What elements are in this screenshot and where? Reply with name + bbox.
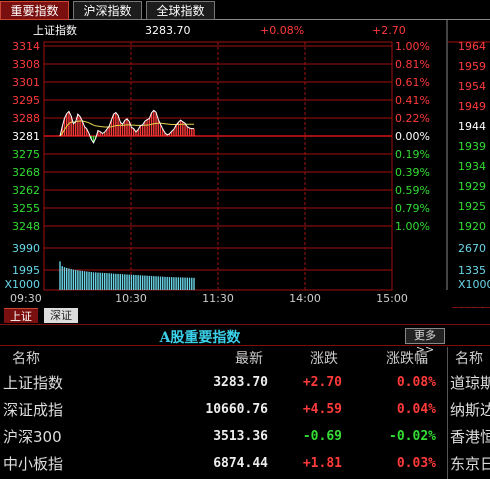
volume-bars <box>59 261 195 290</box>
more-button[interactable]: 更多>> <box>405 328 445 356</box>
row-latest: 3283.70 <box>213 375 268 390</box>
time-tick-label: 10:30 <box>115 292 147 305</box>
volume-tick-label: 1995 <box>12 264 40 277</box>
section-title: A股重要指数 <box>159 330 241 346</box>
right-volume-tick-label: 2670 <box>458 242 486 255</box>
row-name-right: 香港恒 <box>450 428 490 446</box>
subtab-shanghai[interactable]: 上证 <box>4 308 38 323</box>
volume-tick-label: X1000 <box>4 278 40 291</box>
chart-change-pct: +0.08% <box>260 24 304 37</box>
header-change-pct: 涨跌幅 <box>386 351 428 367</box>
top-tab-bar: 重要指数 沪深指数 全球指数 <box>0 0 490 20</box>
price-tick-label: 3301 <box>12 76 40 89</box>
row-name-right: 道琼斯 <box>450 374 490 392</box>
price-change-bars <box>61 110 195 143</box>
table-row[interactable]: 深证成指 10660.76 +4.59 0.04% 纳斯达 <box>0 398 490 422</box>
pct-tick-label: 1.00% <box>395 220 430 233</box>
pct-tick-label: 0.59% <box>395 184 430 197</box>
row-change-pct: 0.03% <box>396 456 436 471</box>
row-name: 上证指数 <box>3 374 64 392</box>
header-name-right: 名称 <box>455 351 483 367</box>
right-volume-tick-label: 1335 <box>458 264 486 277</box>
tab-important-indices[interactable]: 重要指数 <box>0 1 69 20</box>
right-price-tick-label: 1934 <box>458 160 486 173</box>
right-price-tick-label: 1925 <box>458 200 486 213</box>
row-name: 中小板指 <box>3 455 64 473</box>
tab-shanghai-shenzhen-indices[interactable]: 沪深指数 <box>73 1 142 20</box>
time-tick-label: 15:00 <box>376 292 408 305</box>
pct-tick-label: 0.79% <box>395 202 430 215</box>
right-price-tick-label: 1920 <box>458 220 486 233</box>
row-name: 沪深300 <box>3 428 62 446</box>
price-tick-label: 3248 <box>12 220 40 233</box>
row-change-pct: -0.02% <box>389 429 436 444</box>
row-change: +2.70 <box>302 375 342 390</box>
price-tick-label: 3314 <box>12 40 40 53</box>
pct-tick-label: 0.19% <box>395 148 430 161</box>
pct-tick-label: 0.41% <box>395 94 430 107</box>
right-price-tick-label: 1959 <box>458 60 486 73</box>
intraday-chart: 3314 1.00% 3308 0.81% 3301 0.61% 3295 0.41% 3288… <box>4 20 490 308</box>
price-tick-label: 3281 <box>12 130 40 143</box>
right-price-tick-label: 1944 <box>458 120 486 133</box>
table-divider <box>447 347 448 479</box>
price-tick-label: 3262 <box>12 184 40 197</box>
row-latest: 3513.36 <box>213 429 268 444</box>
table-header: 名称 最新 涨跌 涨跌幅 名称 <box>0 347 490 371</box>
table-row[interactable]: 中小板指 6874.44 +1.81 0.03% 东京日 <box>0 452 490 476</box>
row-change-pct: 0.04% <box>396 402 436 417</box>
row-change-pct: 0.08% <box>396 375 436 390</box>
right-price-tick-label: 1939 <box>458 140 486 153</box>
price-tick-label: 3288 <box>12 112 40 125</box>
price-tick-label: 3255 <box>12 202 40 215</box>
header-name: 名称 <box>12 351 40 367</box>
price-tick-label: 3275 <box>12 148 40 161</box>
row-name: 深证成指 <box>3 401 64 419</box>
right-price-tick-label: 1954 <box>458 80 486 93</box>
time-tick-label: 11:30 <box>202 292 234 305</box>
header-change: 涨跌 <box>310 351 338 367</box>
price-tick-label: 3295 <box>12 94 40 107</box>
volume-tick-label: 3990 <box>12 242 40 255</box>
price-tick-label: 3308 <box>12 58 40 71</box>
row-name-right: 纳斯达 <box>450 401 490 419</box>
time-tick-label: 14:00 <box>289 292 321 305</box>
row-change: -0.69 <box>302 429 342 444</box>
right-price-tick-label: 1949 <box>458 100 486 113</box>
chart-index-name: 上证指数 <box>33 23 77 37</box>
time-tick-label: 09:30 <box>10 292 42 305</box>
header-latest: 最新 <box>235 351 263 367</box>
subtab-shenzhen[interactable]: 深证 <box>44 308 78 323</box>
tab-global-indices[interactable]: 全球指数 <box>146 1 215 20</box>
row-change: +1.81 <box>302 456 342 471</box>
chart-change-pts: +2.70 <box>372 24 406 37</box>
table-row[interactable]: 沪深300 3513.36 -0.69 -0.02% 香港恒 <box>0 425 490 449</box>
axis-labels: 3314 1.00% 3308 0.81% 3301 0.61% 3295 0.41% 3288… <box>4 40 490 308</box>
price-tick-label: 3268 <box>12 166 40 179</box>
chart-current-value: 3283.70 <box>145 24 191 37</box>
section-header: A股重要指数 更多>> <box>0 324 490 356</box>
pct-tick-label: 0.22% <box>395 112 430 125</box>
row-change: +4.59 <box>302 402 342 417</box>
row-latest: 6874.44 <box>213 456 268 471</box>
right-price-tick-label: 1929 <box>458 180 486 193</box>
table-row[interactable]: 上证指数 3283.70 +2.70 0.08% 道琼斯 <box>0 371 490 395</box>
pct-tick-label: 0.61% <box>395 76 430 89</box>
right-price-tick-label: 1964 <box>458 40 486 53</box>
pct-tick-label: 0.39% <box>395 166 430 179</box>
row-name-right: 东京日 <box>450 455 490 473</box>
row-latest: 10660.76 <box>205 402 268 417</box>
right-index-label: 创业板 <box>458 306 490 308</box>
pct-tick-label: 0.00% <box>395 130 430 143</box>
right-volume-tick-label: X1000 <box>458 278 490 291</box>
pct-tick-label: 1.00% <box>395 40 430 53</box>
pct-tick-label: 0.81% <box>395 58 430 71</box>
